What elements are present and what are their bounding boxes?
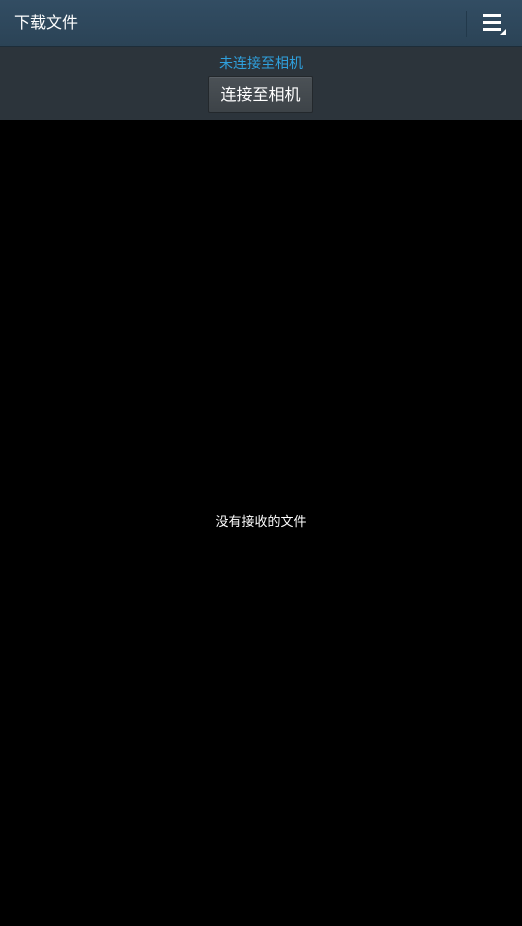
connect-camera-button[interactable]: 连接至相机: [208, 76, 313, 113]
app-root: 下载文件 未连接至相机 连接至相机 没有接收的文件: [0, 0, 522, 926]
connection-status-panel: 未连接至相机 连接至相机: [0, 47, 522, 120]
menu-icon-line: [483, 14, 501, 17]
empty-state-message: 没有接收的文件: [215, 515, 307, 530]
menu-icon-line: [483, 28, 501, 31]
page-title: 下载文件: [14, 13, 79, 32]
connection-status-text: 未连接至相机: [219, 56, 303, 72]
menu-button[interactable]: [474, 0, 522, 46]
menu-icon-corner: [500, 29, 506, 35]
file-list-area: 没有接收的文件: [0, 120, 522, 926]
action-bar: 下载文件: [0, 0, 522, 47]
action-bar-divider: [466, 11, 467, 37]
menu-icon-line: [483, 21, 501, 24]
overflow-menu-icon: [483, 12, 506, 35]
